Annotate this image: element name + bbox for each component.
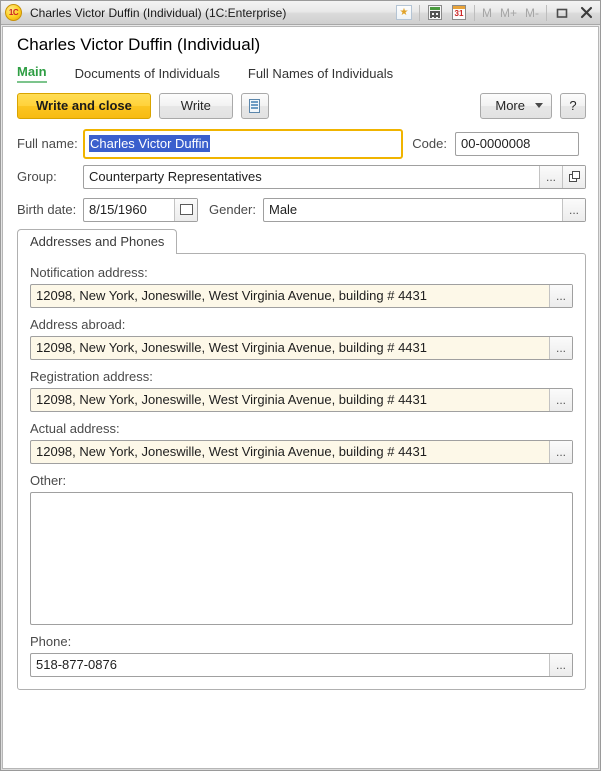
nav-tab-full-names-of-individuals[interactable]: Full Names of Individuals bbox=[248, 66, 393, 83]
actual-address-choose-button[interactable]: ... bbox=[549, 440, 572, 463]
full-name-label: Full name: bbox=[17, 136, 78, 152]
1c-logo-icon: 1C bbox=[5, 4, 22, 21]
address-abroad-value: 12098, New York, Joneswille, West Virgin… bbox=[36, 340, 427, 356]
ellipsis-icon: ... bbox=[545, 169, 556, 184]
notification-address-label: Notification address: bbox=[30, 264, 148, 280]
command-bar: Write and close Write More ? bbox=[3, 83, 598, 119]
titlebar-divider-3 bbox=[546, 4, 547, 21]
phone-choose-button[interactable]: ... bbox=[549, 653, 572, 676]
code-field[interactable]: 00-0000008 bbox=[455, 131, 579, 156]
titlebar-tools: ★ 31 M M+ M- bbox=[392, 1, 598, 24]
help-button[interactable]: ? bbox=[560, 92, 586, 119]
registration-address-value: 12098, New York, Joneswille, West Virgin… bbox=[36, 392, 427, 408]
notification-address-block: Notification address: 12098, New York, J… bbox=[30, 265, 573, 308]
maximize-button[interactable] bbox=[550, 3, 574, 23]
code-label: Code: bbox=[412, 136, 447, 152]
registration-address-label: Registration address: bbox=[30, 368, 153, 384]
calendar-button[interactable]: 31 bbox=[448, 3, 470, 23]
calendar-icon: 31 bbox=[451, 5, 466, 20]
registration-address-field[interactable]: 12098, New York, Joneswille, West Virgin… bbox=[30, 387, 573, 412]
titlebar-divider-1 bbox=[418, 4, 420, 21]
address-abroad-field[interactable]: 12098, New York, Joneswille, West Virgin… bbox=[30, 335, 573, 360]
actual-address-block: Actual address: 12098, New York, Joneswi… bbox=[30, 421, 573, 464]
addresses-and-phones-panel: Addresses and Phones Notification addres… bbox=[17, 228, 586, 690]
memory-subtract-button[interactable]: M- bbox=[521, 6, 543, 20]
gender-label: Gender: bbox=[209, 202, 256, 218]
registration-address-choose-button[interactable]: ... bbox=[549, 388, 572, 411]
ellipsis-icon: ... bbox=[555, 340, 566, 355]
calculator-button[interactable] bbox=[424, 3, 446, 23]
gender-value: Male bbox=[268, 202, 298, 218]
birth-date-gender-row: Birth date: 8/15/1960 Gender: Male ... bbox=[17, 197, 586, 222]
notification-address-value: 12098, New York, Joneswille, West Virgin… bbox=[36, 288, 427, 304]
favorites-button[interactable]: ★ bbox=[393, 3, 415, 23]
page-title: Charles Victor Duffin (Individual) bbox=[17, 35, 261, 54]
group-row: Group: Counterparty Representatives ... bbox=[17, 164, 586, 189]
full-name-row: Full name: Charles Victor Duffin Code: 0… bbox=[17, 128, 586, 159]
birth-date-value: 8/15/1960 bbox=[89, 202, 147, 218]
ellipsis-icon: ... bbox=[555, 657, 566, 672]
write-and-close-button[interactable]: Write and close bbox=[17, 92, 151, 119]
ellipsis-icon: ... bbox=[555, 288, 566, 303]
more-button-label: More bbox=[495, 98, 525, 114]
full-name-field[interactable]: Charles Victor Duffin bbox=[83, 128, 403, 159]
other-block: Other: bbox=[30, 473, 573, 625]
group-value: Counterparty Representatives bbox=[89, 169, 262, 185]
registration-address-block: Registration address: 12098, New York, J… bbox=[30, 369, 573, 412]
calendar-day-label: 31 bbox=[454, 9, 464, 18]
window-title: Charles Victor Duffin (Individual) (1C:E… bbox=[30, 5, 287, 20]
birth-date-picker-button[interactable] bbox=[174, 198, 197, 221]
titlebar-divider-2 bbox=[473, 4, 475, 21]
tab-addresses-and-phones[interactable]: Addresses and Phones bbox=[17, 228, 178, 254]
group-open-button[interactable] bbox=[562, 165, 585, 188]
address-abroad-choose-button[interactable]: ... bbox=[549, 336, 572, 359]
panel-tabstrip: Addresses and Phones bbox=[17, 228, 586, 254]
ellipsis-icon: ... bbox=[568, 202, 579, 217]
open-icon bbox=[568, 171, 580, 183]
title-bar: 1C Charles Victor Duffin (Individual) (1… bbox=[1, 1, 600, 25]
other-label: Other: bbox=[30, 472, 67, 488]
group-choose-button[interactable]: ... bbox=[539, 165, 562, 188]
chevron-down-icon bbox=[535, 103, 543, 109]
code-value: 00-0000008 bbox=[461, 136, 531, 152]
phone-value: 518-877-0876 bbox=[36, 657, 117, 673]
other-textarea[interactable] bbox=[30, 491, 573, 625]
address-abroad-block: Address abroad: 12098, New York, Joneswi… bbox=[30, 317, 573, 360]
application-window: 1C Charles Victor Duffin (Individual) (1… bbox=[0, 0, 601, 771]
memory-add-button[interactable]: M+ bbox=[496, 6, 521, 20]
nav-tab-main[interactable]: Main bbox=[17, 64, 47, 83]
more-button[interactable]: More bbox=[480, 92, 552, 119]
calculator-icon bbox=[427, 5, 442, 20]
group-label: Group: bbox=[17, 169, 57, 185]
actual-address-field[interactable]: 12098, New York, Joneswille, West Virgin… bbox=[30, 439, 573, 464]
write-button[interactable]: Write bbox=[158, 92, 233, 119]
phone-label: Phone: bbox=[30, 633, 72, 649]
phone-field[interactable]: 518-877-0876 ... bbox=[30, 652, 573, 677]
navigation-tabs: Main Documents of Individuals Full Names… bbox=[3, 55, 598, 83]
close-button[interactable] bbox=[574, 3, 598, 23]
actual-address-value: 12098, New York, Joneswille, West Virgin… bbox=[36, 444, 427, 460]
notes-list-button[interactable] bbox=[240, 92, 269, 119]
calendar-picker-icon bbox=[179, 204, 193, 216]
notification-address-field[interactable]: 12098, New York, Joneswille, West Virgin… bbox=[30, 283, 573, 308]
group-field[interactable]: Counterparty Representatives ... bbox=[83, 164, 586, 189]
client-area: Charles Victor Duffin (Individual) Main … bbox=[2, 26, 599, 769]
memory-recall-button[interactable]: M bbox=[478, 6, 496, 20]
list-icon bbox=[249, 98, 261, 113]
gender-choose-button[interactable]: ... bbox=[562, 198, 585, 221]
actual-address-label: Actual address: bbox=[30, 420, 120, 436]
full-name-value: Charles Victor Duffin bbox=[89, 135, 210, 153]
ellipsis-icon: ... bbox=[555, 392, 566, 407]
notification-address-choose-button[interactable]: ... bbox=[549, 284, 572, 307]
address-abroad-label: Address abroad: bbox=[30, 316, 126, 332]
gender-field[interactable]: Male ... bbox=[262, 197, 586, 222]
favorites-icon: ★ bbox=[395, 5, 412, 20]
phone-block: Phone: 518-877-0876 ... bbox=[30, 634, 573, 677]
birth-date-field[interactable]: 8/15/1960 bbox=[83, 197, 198, 222]
main-form: Full name: Charles Victor Duffin Code: 0… bbox=[3, 119, 598, 222]
nav-tab-documents-of-individuals[interactable]: Documents of Individuals bbox=[75, 66, 220, 83]
panel-body: Notification address: 12098, New York, J… bbox=[17, 252, 586, 690]
ellipsis-icon: ... bbox=[555, 444, 566, 459]
birth-date-label: Birth date: bbox=[17, 202, 77, 218]
